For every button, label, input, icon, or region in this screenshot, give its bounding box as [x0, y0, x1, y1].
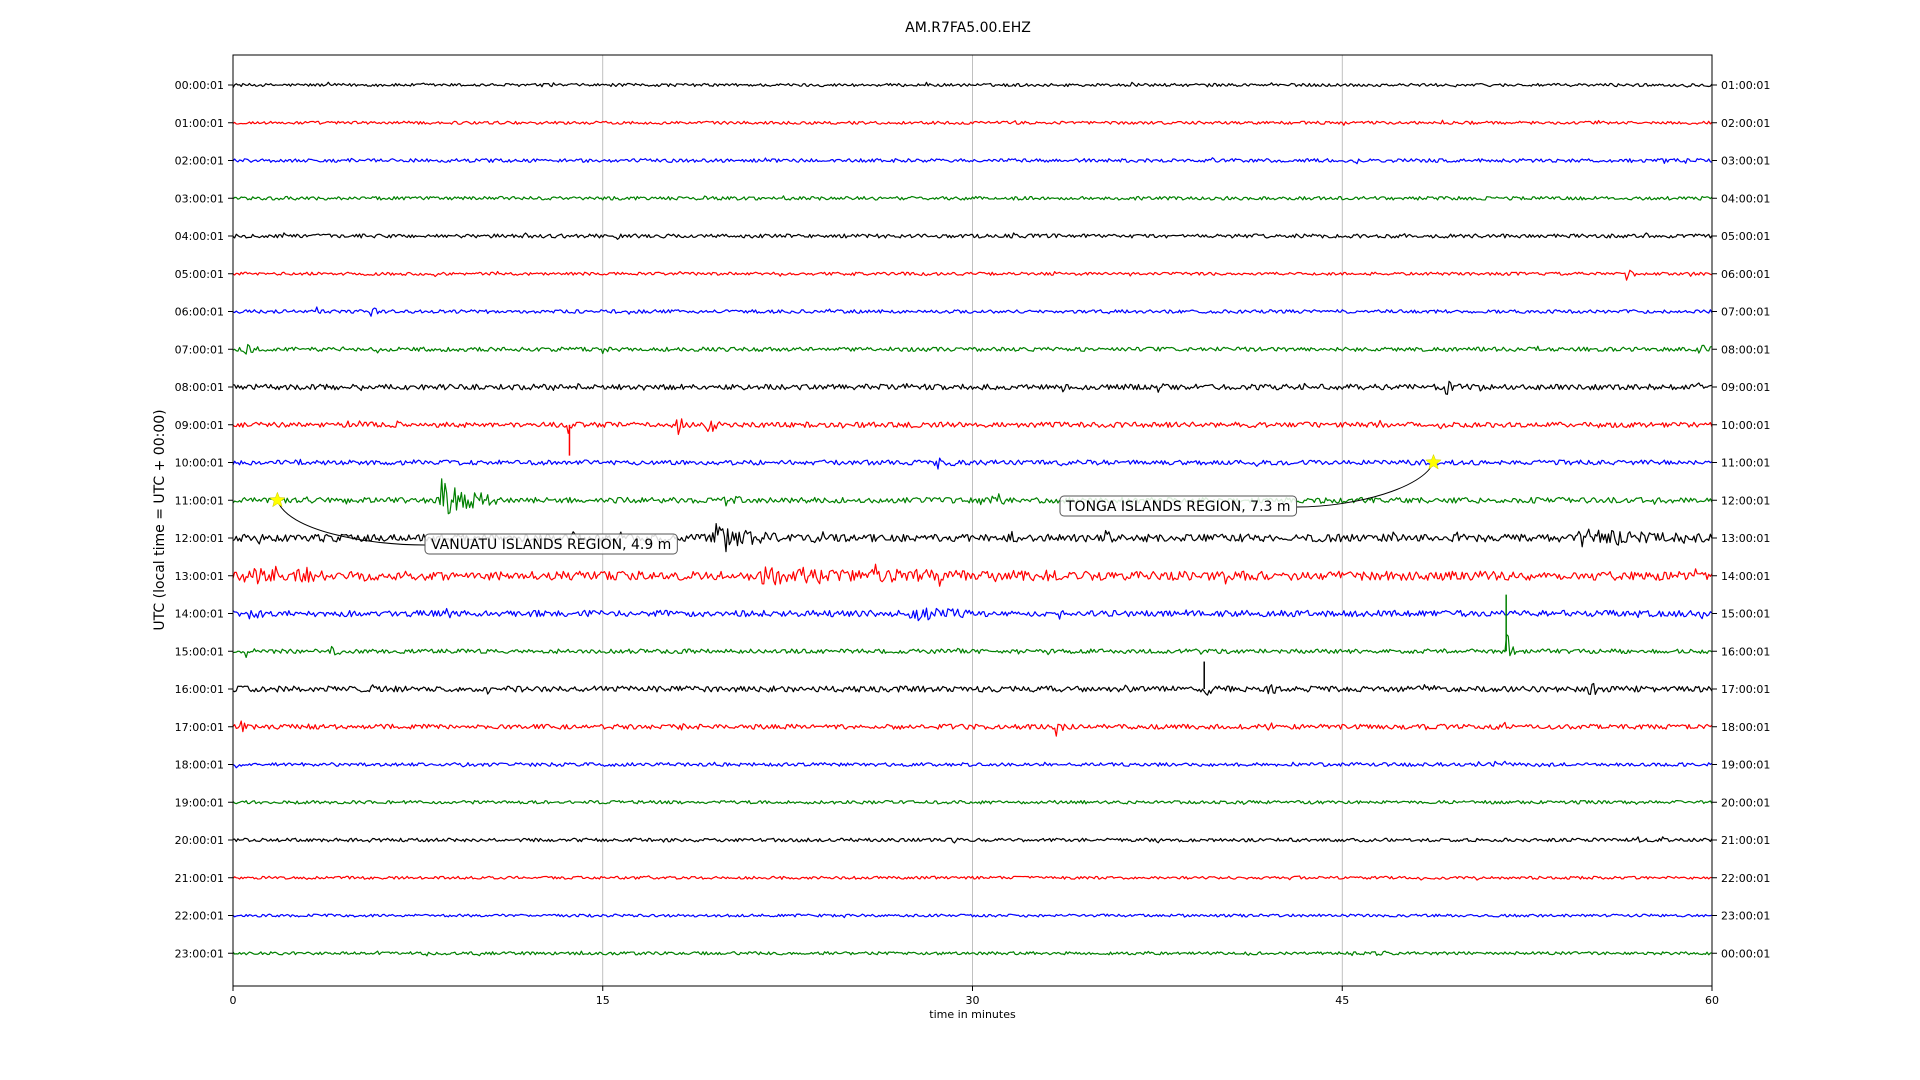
x-tick-label: 45	[1335, 994, 1349, 1007]
left-time-label: 22:00:01	[175, 910, 224, 923]
left-time-label: 16:00:01	[175, 683, 224, 696]
left-time-label: 17:00:01	[175, 721, 224, 734]
x-tick-label: 0	[230, 994, 237, 1007]
x-tick-label: 60	[1705, 994, 1719, 1007]
right-time-label: 22:00:01	[1721, 872, 1770, 885]
right-time-label: 06:00:01	[1721, 268, 1770, 281]
right-time-label: 20:00:01	[1721, 796, 1770, 809]
right-time-label: 10:00:01	[1721, 419, 1770, 432]
left-time-label: 15:00:01	[175, 645, 224, 658]
right-time-label: 11:00:01	[1721, 457, 1770, 470]
right-time-label: 00:00:01	[1721, 947, 1770, 960]
right-time-label: 21:00:01	[1721, 834, 1770, 847]
left-time-label: 09:00:01	[175, 419, 224, 432]
right-time-label: 13:00:01	[1721, 532, 1770, 545]
left-time-label: 18:00:01	[175, 759, 224, 772]
right-time-label: 09:00:01	[1721, 381, 1770, 394]
left-time-label: 12:00:01	[175, 532, 224, 545]
x-tick-label: 30	[966, 994, 980, 1007]
left-time-label: 02:00:01	[175, 155, 224, 168]
event-label: TONGA ISLANDS REGION, 7.3 m	[1065, 499, 1291, 515]
left-time-label: 10:00:01	[175, 457, 224, 470]
left-time-label: 06:00:01	[175, 306, 224, 319]
left-time-label: 13:00:01	[175, 570, 224, 583]
left-time-label: 20:00:01	[175, 834, 224, 847]
left-time-label: 03:00:01	[175, 192, 224, 205]
left-time-label: 08:00:01	[175, 381, 224, 394]
right-time-label: 04:00:01	[1721, 192, 1770, 205]
event-label: VANUATU ISLANDS REGION, 4.9 m	[431, 537, 671, 553]
right-time-label: 12:00:01	[1721, 494, 1770, 507]
right-time-label: 07:00:01	[1721, 306, 1770, 319]
left-time-label: 00:00:01	[175, 79, 224, 92]
left-time-label: 07:00:01	[175, 343, 224, 356]
right-time-label: 01:00:01	[1721, 79, 1770, 92]
left-time-label: 14:00:01	[175, 608, 224, 621]
x-axis-label: time in minutes	[929, 1008, 1016, 1021]
left-time-label: 05:00:01	[175, 268, 224, 281]
right-time-label: 17:00:01	[1721, 683, 1770, 696]
left-time-label: 21:00:01	[175, 872, 224, 885]
right-time-label: 08:00:01	[1721, 343, 1770, 356]
left-time-label: 04:00:01	[175, 230, 224, 243]
right-time-label: 19:00:01	[1721, 759, 1770, 772]
left-time-label: 23:00:01	[175, 947, 224, 960]
left-time-label: 19:00:01	[175, 796, 224, 809]
left-time-label: 11:00:01	[175, 494, 224, 507]
right-time-label: 18:00:01	[1721, 721, 1770, 734]
right-time-label: 23:00:01	[1721, 910, 1770, 923]
right-time-label: 14:00:01	[1721, 570, 1770, 583]
right-time-label: 15:00:01	[1721, 608, 1770, 621]
y-axis-label: UTC (local time = UTC + 00:00)	[152, 409, 168, 630]
left-time-label: 01:00:01	[175, 117, 224, 130]
right-time-label: 02:00:01	[1721, 117, 1770, 130]
right-time-label: 05:00:01	[1721, 230, 1770, 243]
right-time-label: 03:00:01	[1721, 155, 1770, 168]
x-tick-label: 15	[596, 994, 610, 1007]
helicorder-chart: AM.R7FA5.00.EHZ 00:00:01 01:00:01 02:00:01…	[0, 0, 1920, 1080]
chart-title: AM.R7FA5.00.EHZ	[905, 20, 1031, 36]
right-time-label: 16:00:01	[1721, 645, 1770, 658]
